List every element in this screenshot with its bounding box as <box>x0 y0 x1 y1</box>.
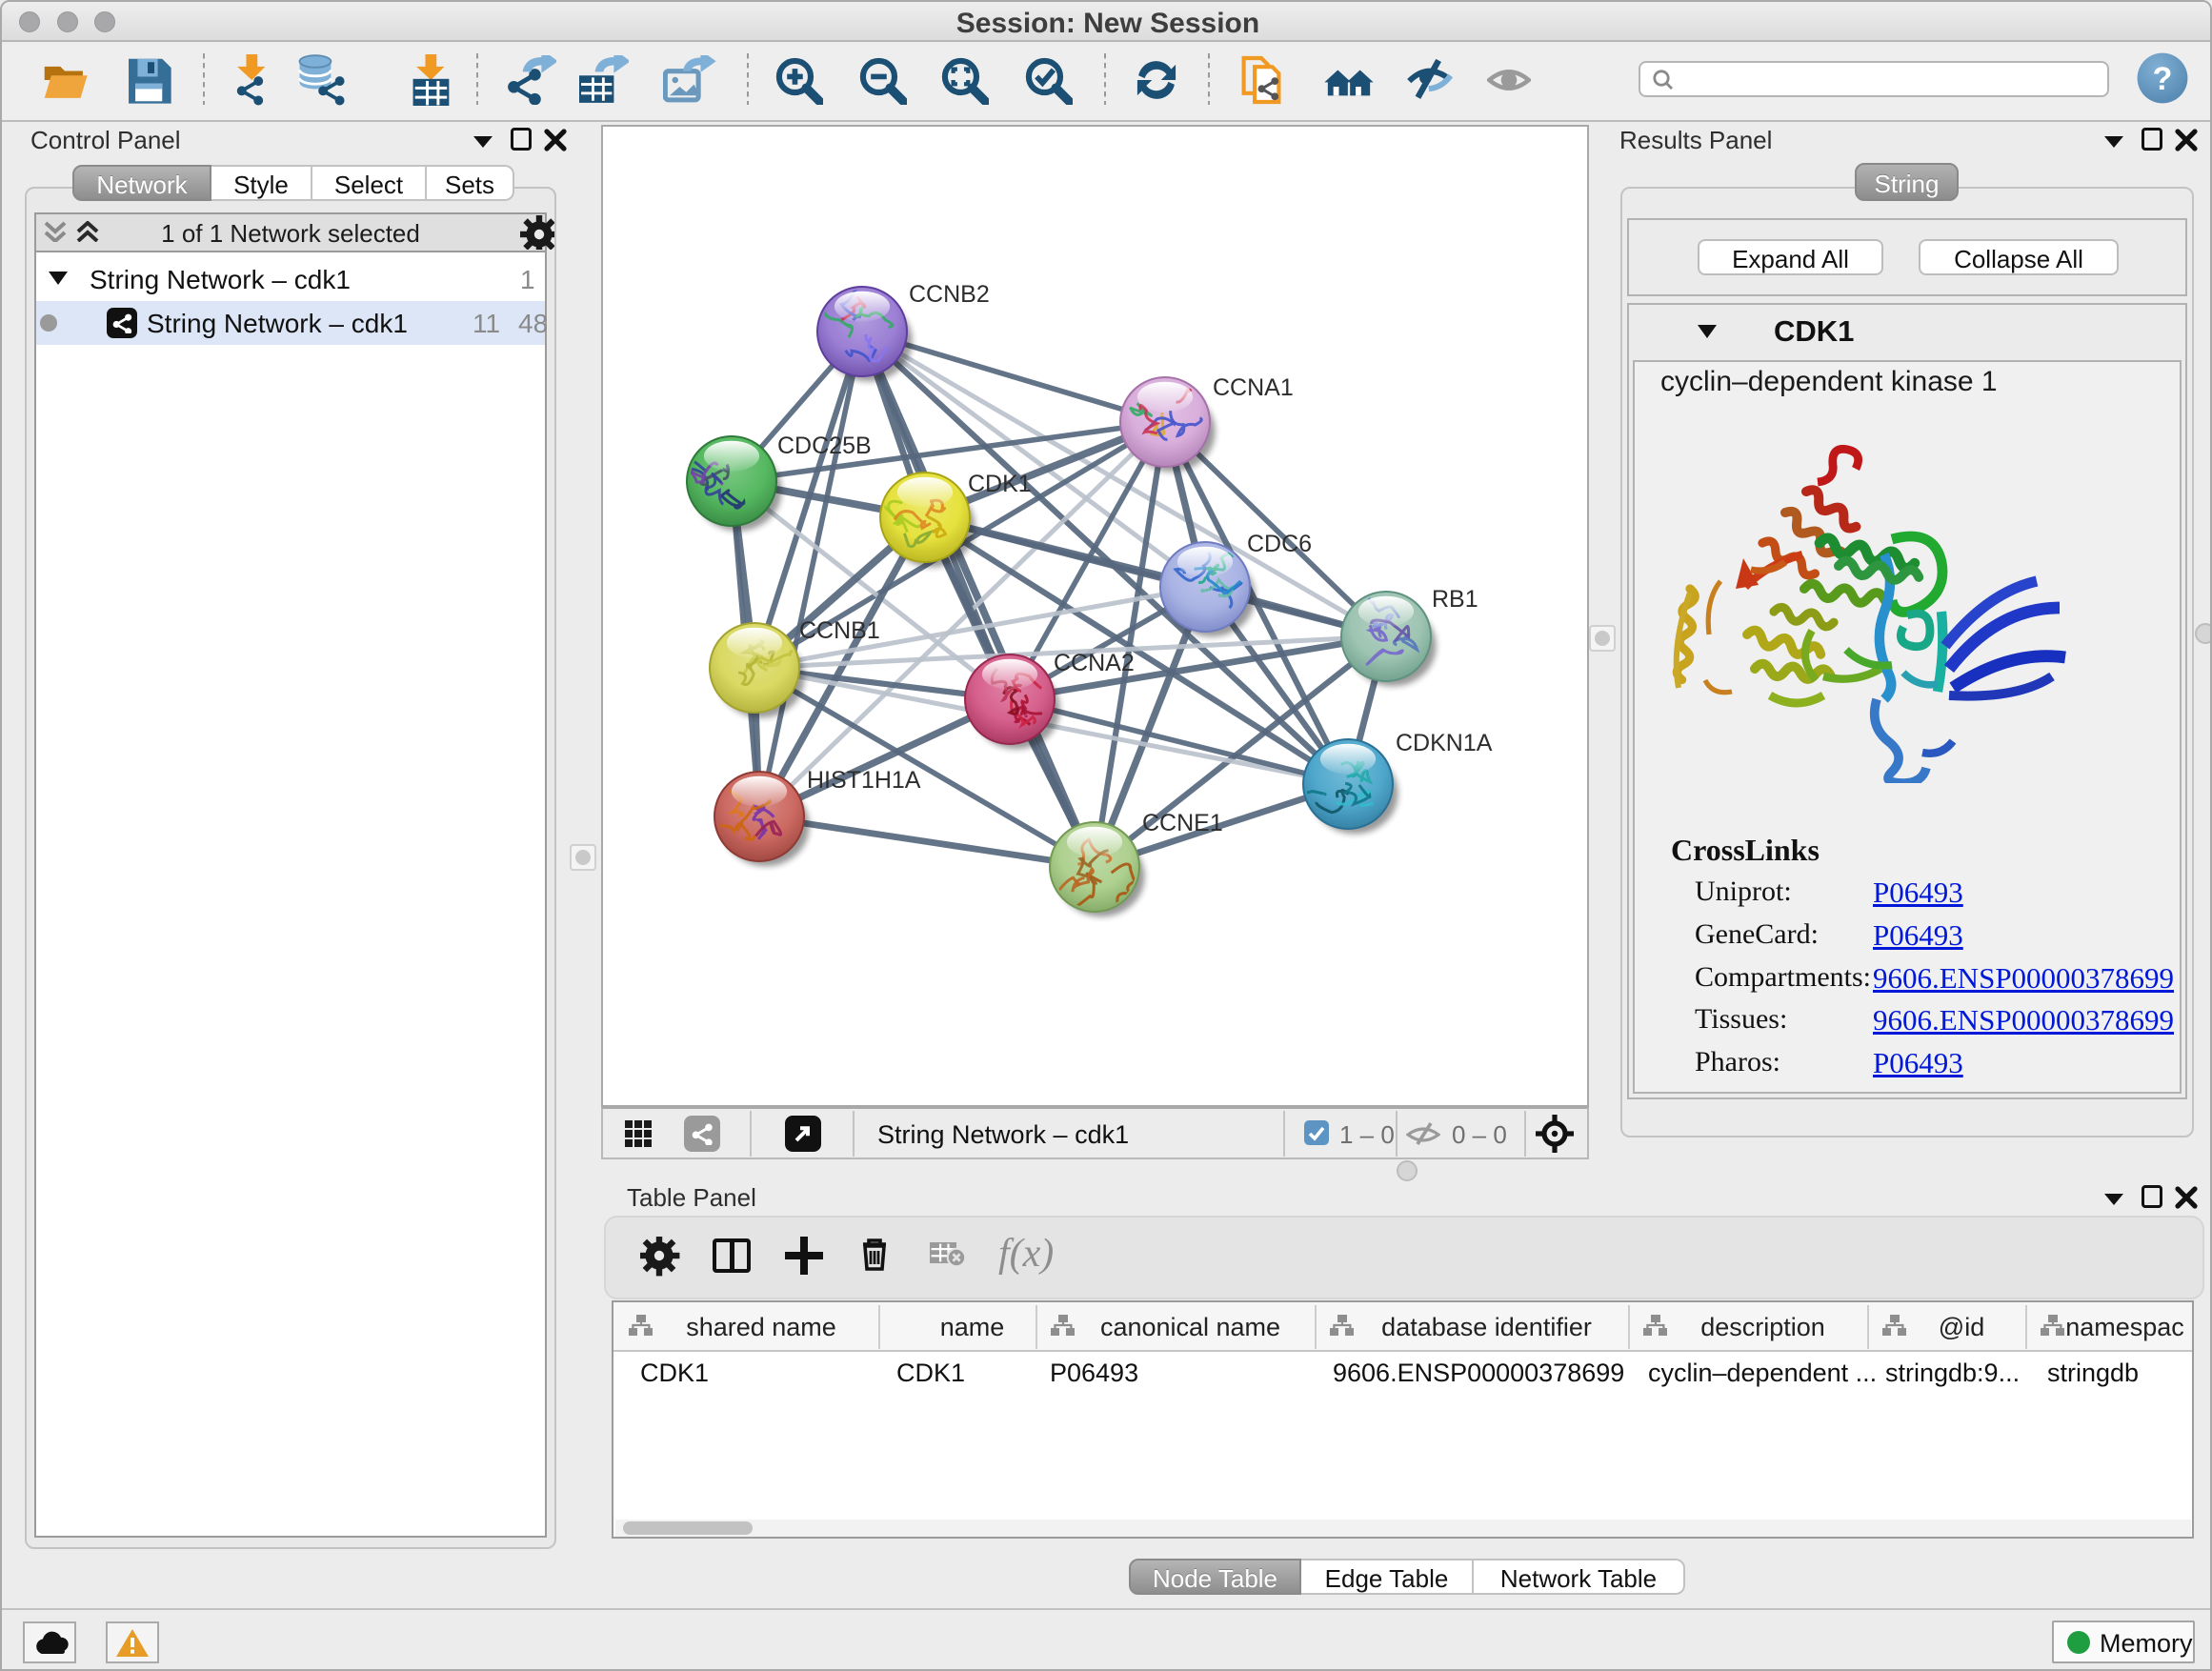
svg-text:?: ? <box>2153 61 2173 97</box>
svg-text:CDKN1A: CDKN1A <box>1396 730 1493 756</box>
svg-text:CDC25B: CDC25B <box>777 433 872 459</box>
svg-text:CDK1: CDK1 <box>968 471 1032 497</box>
svg-text:CCNB1: CCNB1 <box>799 617 880 644</box>
svg-text:RB1: RB1 <box>1432 586 1478 613</box>
svg-text:HIST1H1A: HIST1H1A <box>807 767 921 794</box>
svg-text:CCNB2: CCNB2 <box>909 281 990 308</box>
svg-text:CCNA1: CCNA1 <box>1213 374 1294 401</box>
svg-text:CCNA2: CCNA2 <box>1054 650 1135 676</box>
svg-text:CDC6: CDC6 <box>1247 531 1312 557</box>
svg-text:CCNE1: CCNE1 <box>1142 810 1223 836</box>
